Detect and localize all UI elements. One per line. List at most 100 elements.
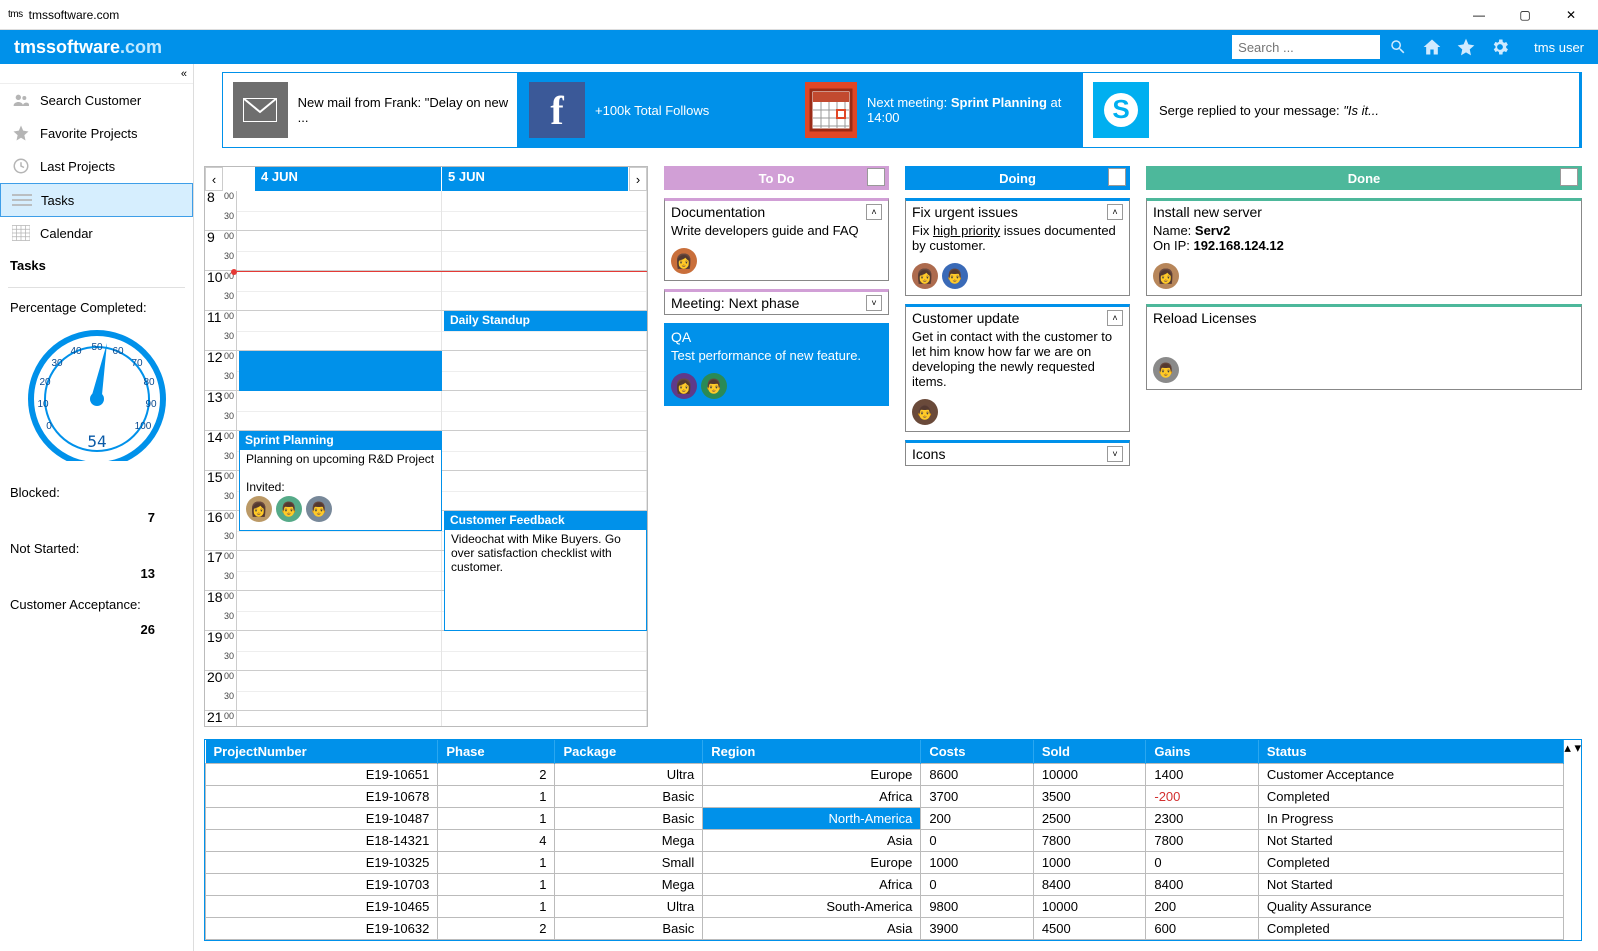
grid-cell[interactable]: Asia xyxy=(703,918,921,940)
grid-cell[interactable]: E19-10487 xyxy=(206,808,438,830)
calendar-event[interactable] xyxy=(239,351,442,391)
grid-cell[interactable]: Basic xyxy=(555,918,703,940)
calendar-day1-header[interactable]: 4 JUN xyxy=(255,167,442,191)
grid-cell[interactable]: 3900 xyxy=(921,918,1034,940)
grid-cell[interactable]: Ultra xyxy=(555,764,703,786)
sidebar-item-calendar[interactable]: Calendar xyxy=(0,217,193,250)
grid-cell[interactable]: Completed xyxy=(1258,918,1563,940)
table-row[interactable]: E19-106322BasicAsia39004500600Completed xyxy=(206,918,1564,940)
star-icon[interactable] xyxy=(1450,33,1482,61)
tile-skype[interactable]: S Serge replied to your message: "Is it.… xyxy=(1083,73,1581,147)
grid-scrollbar[interactable]: ▴ ▾ xyxy=(1564,740,1581,940)
grid-cell[interactable]: 9800 xyxy=(921,896,1034,918)
grid-cell[interactable]: E19-10325 xyxy=(206,852,438,874)
grid-cell[interactable]: Mega xyxy=(555,830,703,852)
grid-cell[interactable]: E18-14321 xyxy=(206,830,438,852)
grid-cell[interactable]: 0 xyxy=(1146,852,1259,874)
grid-cell[interactable]: 1000 xyxy=(1033,852,1146,874)
card-meeting-next-phase[interactable]: Meeting: Next phase˅ xyxy=(664,289,889,315)
user-label[interactable]: tms user xyxy=(1534,40,1584,55)
grid-cell[interactable]: Quality Assurance xyxy=(1258,896,1563,918)
grid-cell[interactable]: 2500 xyxy=(1033,808,1146,830)
tile-mail[interactable]: New mail from Frank: "Delay on new ... xyxy=(223,73,519,147)
grid-cell[interactable]: 3500 xyxy=(1033,786,1146,808)
grid-cell[interactable]: 1400 xyxy=(1146,764,1259,786)
grid-cell[interactable]: 2 xyxy=(438,764,555,786)
grid-cell[interactable]: 200 xyxy=(921,808,1034,830)
grid-cell[interactable]: 600 xyxy=(1146,918,1259,940)
grid-cell[interactable]: 8600 xyxy=(921,764,1034,786)
grid-cell[interactable]: E19-10678 xyxy=(206,786,438,808)
grid-header[interactable]: Region xyxy=(703,740,921,764)
grid-header[interactable]: Package xyxy=(555,740,703,764)
search-input[interactable] xyxy=(1232,35,1380,59)
card-install-server[interactable]: Install new server Name: Serv2 On IP: 19… xyxy=(1146,198,1582,296)
sidebar-item-last-projects[interactable]: Last Projects xyxy=(0,150,193,183)
grid-cell[interactable]: 1 xyxy=(438,896,555,918)
table-row[interactable]: E19-103251SmallEurope100010000Completed xyxy=(206,852,1564,874)
grid-header[interactable]: Status xyxy=(1258,740,1563,764)
sidebar-item-favorite-projects[interactable]: Favorite Projects xyxy=(0,117,193,150)
table-row[interactable]: E19-106781BasicAfrica37003500-200Complet… xyxy=(206,786,1564,808)
grid-cell[interactable]: 7800 xyxy=(1033,830,1146,852)
grid-cell[interactable]: Not Started xyxy=(1258,830,1563,852)
grid-cell[interactable]: 1 xyxy=(438,852,555,874)
grid-cell[interactable]: 7800 xyxy=(1146,830,1259,852)
calendar-prev-button[interactable]: ‹ xyxy=(205,167,223,191)
search-button[interactable] xyxy=(1382,33,1414,61)
calendar-event[interactable]: Sprint PlanningPlanning on upcoming R&D … xyxy=(239,431,442,531)
grid-cell[interactable]: 4500 xyxy=(1033,918,1146,940)
grid-cell[interactable]: Europe xyxy=(703,852,921,874)
table-row[interactable]: E19-104871BasicNorth-America20025002300I… xyxy=(206,808,1564,830)
window-maximize-button[interactable]: ▢ xyxy=(1502,1,1548,29)
grid-header[interactable]: Gains xyxy=(1146,740,1259,764)
table-row[interactable]: E18-143214MegaAsia078007800Not Started xyxy=(206,830,1564,852)
grid-cell[interactable]: 2 xyxy=(438,918,555,940)
calendar-next-button[interactable]: › xyxy=(629,167,647,191)
grid-cell[interactable]: North-America xyxy=(703,808,921,830)
grid-cell[interactable]: Customer Acceptance xyxy=(1258,764,1563,786)
grid-cell[interactable]: In Progress xyxy=(1258,808,1563,830)
column-collapse-button[interactable]: ‹ xyxy=(867,168,885,186)
grid-cell[interactable]: Africa xyxy=(703,786,921,808)
grid-cell[interactable]: Asia xyxy=(703,830,921,852)
scroll-up-icon[interactable]: ▴ xyxy=(1564,740,1571,755)
grid-cell[interactable]: 0 xyxy=(921,874,1034,896)
grid-cell[interactable]: 8400 xyxy=(1146,874,1259,896)
grid-header[interactable]: ProjectNumber xyxy=(206,740,438,764)
home-icon[interactable] xyxy=(1416,33,1448,61)
window-minimize-button[interactable]: — xyxy=(1456,1,1502,29)
grid-cell[interactable]: Basic xyxy=(555,808,703,830)
high-priority-link[interactable]: high priority xyxy=(933,223,1000,238)
window-close-button[interactable]: ✕ xyxy=(1548,1,1594,29)
sidebar-item-search-customer[interactable]: Search Customer xyxy=(0,84,193,117)
grid-cell[interactable]: Basic xyxy=(555,786,703,808)
grid-header[interactable]: Phase xyxy=(438,740,555,764)
tile-meeting[interactable]: Next meeting: Sprint Planning at 14:00 xyxy=(795,73,1083,147)
card-customer-update[interactable]: Customer update˄ Get in contact with the… xyxy=(905,304,1130,432)
card-icons[interactable]: Icons˅ xyxy=(905,440,1130,466)
card-qa[interactable]: QA Test performance of new feature. 👩 👨 xyxy=(664,323,889,406)
sidebar-collapse-button[interactable]: « xyxy=(0,64,193,84)
grid-cell[interactable]: 3700 xyxy=(921,786,1034,808)
card-documentation[interactable]: Documentation˄ Write developers guide an… xyxy=(664,198,889,281)
grid-cell[interactable]: 1000 xyxy=(921,852,1034,874)
grid-cell[interactable]: Completed xyxy=(1258,786,1563,808)
calendar-event[interactable]: Daily Standup xyxy=(444,311,647,331)
grid-cell[interactable]: South-America xyxy=(703,896,921,918)
column-collapse-button[interactable]: ‹ xyxy=(1108,168,1126,186)
gear-icon[interactable] xyxy=(1484,33,1516,61)
grid-cell[interactable]: E19-10465 xyxy=(206,896,438,918)
card-fix-urgent[interactable]: Fix urgent issues˄ Fix high priority iss… xyxy=(905,198,1130,296)
grid-header[interactable]: Costs xyxy=(921,740,1034,764)
card-toggle-button[interactable]: ˅ xyxy=(1107,446,1123,462)
grid-cell[interactable]: Not Started xyxy=(1258,874,1563,896)
scroll-down-icon[interactable]: ▾ xyxy=(1574,740,1581,755)
grid-cell[interactable]: Mega xyxy=(555,874,703,896)
grid-cell[interactable]: 1 xyxy=(438,808,555,830)
grid-cell[interactable]: Small xyxy=(555,852,703,874)
card-toggle-button[interactable]: ˄ xyxy=(1107,310,1123,326)
grid-cell[interactable]: 1 xyxy=(438,786,555,808)
grid-cell[interactable]: 4 xyxy=(438,830,555,852)
card-toggle-button[interactable]: ˅ xyxy=(866,295,882,311)
